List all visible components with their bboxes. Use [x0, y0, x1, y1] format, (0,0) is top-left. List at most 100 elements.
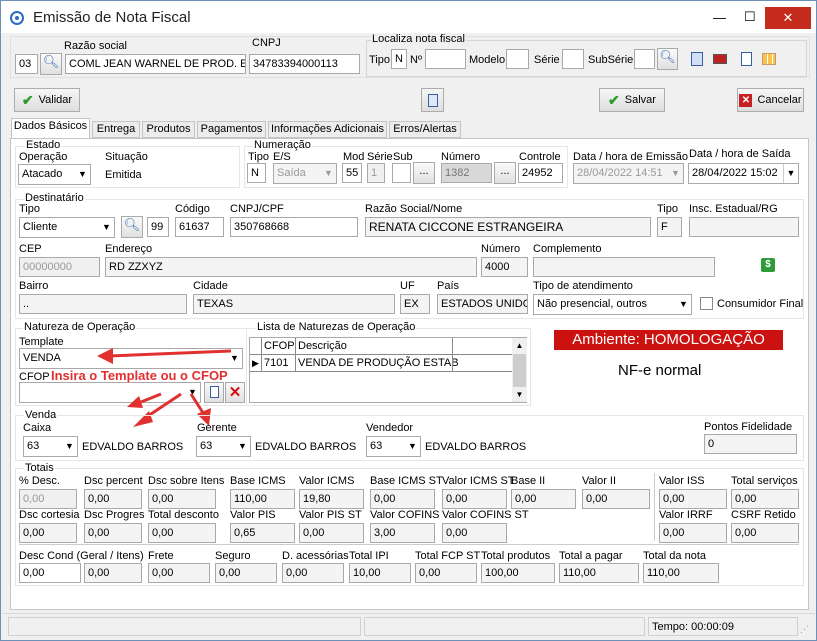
cancelar-button[interactable]: ✕ Cancelar [737, 88, 804, 112]
uf-field[interactable]: EX [400, 294, 430, 314]
bairro-field[interactable]: .. [19, 294, 187, 314]
dest-cnpj-field[interactable]: 350768668 [230, 217, 358, 237]
total-field[interactable]: 0,00 [582, 489, 650, 509]
dest-search-button[interactable]: 🔍︎ [121, 216, 143, 238]
consumidor-checkbox[interactable] [700, 297, 713, 310]
vendedor-select[interactable]: 63 ▼ [366, 436, 421, 457]
total-field[interactable]: 0,00 [442, 489, 507, 509]
total-field[interactable]: 0,00 [282, 563, 344, 583]
complemento-field[interactable] [533, 257, 715, 277]
total-field[interactable]: 0,00 [731, 523, 799, 543]
dest-tipo-code-field[interactable]: 99 [147, 217, 169, 237]
total-field[interactable]: 0,00 [148, 563, 210, 583]
close-button[interactable]: ✕ [765, 7, 811, 29]
money-icon[interactable]: $ [761, 258, 775, 272]
total-field[interactable]: 0,00 [84, 523, 142, 543]
cnpj-field[interactable]: 34783394000113 [249, 54, 360, 74]
dest-tipo-select[interactable]: Cliente ▼ [19, 217, 115, 238]
total-field[interactable]: 110,00 [643, 563, 719, 583]
scroll-thumb[interactable] [513, 354, 526, 387]
total-field[interactable]: 0,00 [442, 523, 507, 543]
printer-icon[interactable] [712, 51, 728, 67]
total-field[interactable]: 0,00 [415, 563, 477, 583]
tab-dados-basicos[interactable]: Dados Básicos [11, 118, 90, 139]
es-select[interactable]: Saída ▼ [273, 163, 337, 184]
col-cfop-header[interactable]: CFOP [264, 340, 295, 352]
total-field[interactable]: 0,00 [19, 563, 81, 583]
total-field[interactable]: 0,00 [84, 563, 142, 583]
total-field[interactable]: 0,00 [299, 523, 364, 543]
search-company-button[interactable]: 🔍︎ [40, 53, 62, 75]
cep-field[interactable]: 00000000 [19, 257, 100, 277]
numero-field[interactable]: 1382 [441, 163, 492, 183]
ie-field[interactable] [689, 217, 799, 237]
tab-informacoes[interactable]: Informações Adicionais [268, 121, 387, 138]
total-field[interactable]: 0,00 [659, 523, 727, 543]
salvar-button[interactable]: ✔ Salvar [599, 88, 665, 112]
sub-field[interactable] [392, 163, 411, 183]
minimize-button[interactable]: — [713, 10, 726, 25]
total-field[interactable]: 19,80 [299, 489, 364, 509]
localiza-serie-field[interactable] [562, 49, 584, 69]
operacao-select[interactable]: Atacado ▼ [18, 164, 91, 185]
total-field[interactable]: 0,00 [148, 489, 216, 509]
sub-ellipsis-button[interactable]: ... [413, 162, 435, 184]
numero-ellipsis-button[interactable]: ... [494, 162, 516, 184]
total-field[interactable]: 0,65 [230, 523, 295, 543]
controle-field[interactable]: 24952 [518, 163, 563, 183]
tab-pagamentos[interactable]: Pagamentos [197, 121, 266, 138]
pais-field[interactable]: ESTADOS UNIDOS [437, 294, 528, 314]
emissao-field[interactable]: 28/04/2022 14:51 ▼ [573, 163, 684, 184]
tab-entrega[interactable]: Entrega [92, 121, 140, 138]
tab-erros[interactable]: Erros/Alertas [389, 121, 461, 138]
total-field[interactable]: 110,00 [559, 563, 639, 583]
scroll-down-icon[interactable]: ▼ [512, 387, 527, 402]
total-field[interactable]: 10,00 [349, 563, 411, 583]
localiza-numero-field[interactable] [425, 49, 466, 69]
total-field[interactable]: 3,00 [370, 523, 435, 543]
localiza-modelo-field[interactable] [506, 49, 529, 69]
dest-tipo2-field[interactable]: F [657, 217, 682, 237]
total-field[interactable]: 0,00 [148, 523, 216, 543]
mod-field[interactable]: 55 [342, 163, 362, 183]
notes-icon[interactable] [689, 51, 705, 67]
total-field[interactable]: 0,00 [19, 523, 77, 543]
report-button[interactable] [421, 88, 444, 112]
resize-grip-icon[interactable]: ⋰ [800, 624, 809, 635]
table-row[interactable]: ▶ 7101 VENDA DE PRODUÇÃO ESTAB [250, 355, 512, 372]
endereco-field[interactable]: RD ZZXYZ [105, 257, 477, 277]
razao-social-field[interactable]: COML JEAN WARNEL DE PROD. ESP. [65, 54, 246, 74]
validar-button[interactable]: ✔ Validar [14, 88, 80, 112]
saida-field[interactable]: 28/04/2022 15:02 ▼ [688, 163, 799, 184]
total-field[interactable]: 0,00 [659, 489, 727, 509]
codigo-field[interactable]: 61637 [175, 217, 224, 237]
maximize-button[interactable]: ☐ [744, 9, 756, 25]
dest-razao-field[interactable]: RENATA CICCONE ESTRANGEIRA [365, 217, 651, 237]
total-field[interactable]: 110,00 [230, 489, 295, 509]
total-field[interactable]: 0,00 [215, 563, 277, 583]
cidade-field[interactable]: TEXAS [193, 294, 395, 314]
num-tipo-field[interactable]: N [247, 163, 266, 183]
atendimento-select[interactable]: Não presencial, outros ▼ [533, 294, 692, 315]
total-field[interactable]: 0,00 [370, 489, 435, 509]
total-field[interactable]: 0,00 [19, 489, 77, 509]
total-field[interactable]: 0,00 [84, 489, 142, 509]
serie-field[interactable]: 1 [367, 163, 385, 183]
total-field[interactable]: 0,00 [511, 489, 576, 509]
grid-icon[interactable] [761, 51, 777, 67]
total-field[interactable]: 0,00 [731, 489, 799, 509]
tab-produtos[interactable]: Produtos [142, 121, 195, 138]
localiza-subserie-field[interactable] [634, 49, 655, 69]
pontos-field[interactable]: 0 [704, 434, 797, 454]
dest-numero-field[interactable]: 4000 [481, 257, 528, 277]
col-desc-header[interactable]: Descrição [298, 340, 347, 352]
localiza-search-button[interactable]: 🔍︎ [657, 48, 678, 70]
scroll-up-icon[interactable]: ▲ [512, 338, 527, 353]
total-field[interactable]: 100,00 [481, 563, 555, 583]
localiza-tipo-field[interactable]: N [391, 49, 407, 69]
gerente-select[interactable]: 63 ▼ [196, 436, 251, 457]
caixa-select[interactable]: 63 ▼ [23, 436, 78, 457]
document-icon[interactable] [738, 51, 754, 67]
company-code-field[interactable]: 03 [15, 54, 38, 74]
vertical-scrollbar[interactable]: ▲ ▼ [512, 338, 527, 402]
